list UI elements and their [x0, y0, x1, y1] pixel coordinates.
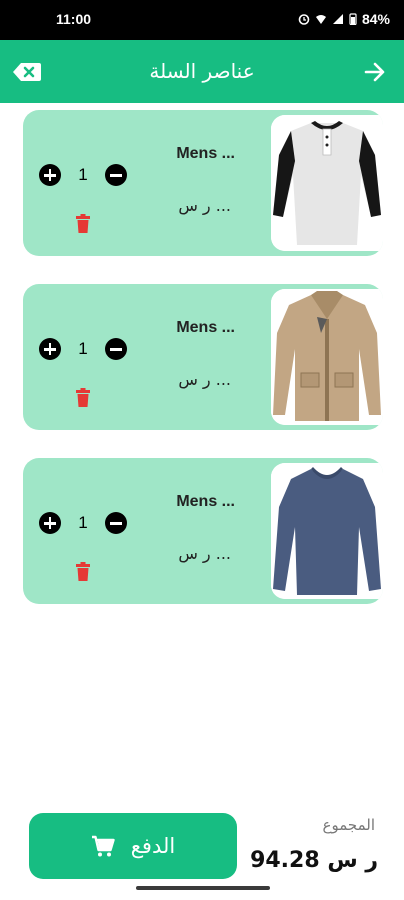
- home-indicator[interactable]: [136, 886, 270, 890]
- page-title: عناصر السلة: [149, 59, 255, 83]
- decrease-quantity-icon[interactable]: [105, 338, 127, 360]
- product-name: Mens ...: [176, 145, 235, 162]
- product-image[interactable]: [271, 289, 383, 425]
- increase-quantity-icon[interactable]: [39, 338, 61, 360]
- signal-icon: [332, 14, 343, 24]
- product-name: Mens ...: [176, 493, 235, 510]
- product-image[interactable]: [271, 115, 383, 251]
- arrow-forward-icon[interactable]: [364, 61, 386, 83]
- henley-shirt-image: [271, 115, 383, 251]
- product-name: Mens ...: [176, 319, 235, 336]
- delete-icon[interactable]: [75, 562, 91, 581]
- quantity-value: 1: [78, 165, 88, 184]
- battery-percent: 84%: [361, 11, 390, 27]
- product-price: ر س ...: [178, 370, 231, 389]
- increase-quantity-icon[interactable]: [39, 512, 61, 534]
- product-price: ر س ...: [178, 196, 231, 215]
- delete-icon[interactable]: [75, 214, 91, 233]
- pay-button-label: الدفع: [130, 834, 176, 858]
- decrease-quantity-icon[interactable]: [105, 512, 127, 534]
- cart-icon: [91, 835, 115, 857]
- app-bar: عناصر السلة: [0, 40, 404, 103]
- cart-item: Mens ... ر س ... 1: [23, 284, 383, 430]
- product-image[interactable]: [271, 463, 383, 599]
- total-value: ر س 94.28: [250, 848, 378, 873]
- decrease-quantity-icon[interactable]: [105, 164, 127, 186]
- quantity-value: 1: [78, 339, 88, 358]
- quantity-value: 1: [78, 513, 88, 532]
- increase-quantity-icon[interactable]: [39, 164, 61, 186]
- delete-icon[interactable]: [75, 388, 91, 407]
- beige-jacket-image: [271, 289, 383, 425]
- quantity-stepper: 1: [39, 164, 127, 186]
- total-label: المجموع: [322, 816, 375, 834]
- status-icons: 84%: [298, 11, 390, 27]
- blue-tshirt-image: [271, 463, 383, 599]
- status-bar: 11:00 84%: [0, 0, 404, 40]
- quantity-stepper: 1: [39, 512, 127, 534]
- wifi-icon: [315, 15, 326, 24]
- quantity-stepper: 1: [39, 338, 127, 360]
- status-time: 11:00: [56, 11, 92, 27]
- battery-icon: [349, 13, 357, 25]
- product-price: ر س ...: [178, 544, 231, 563]
- alarm-icon: [298, 14, 310, 25]
- cart-item: Mens ... ر س ... 1: [23, 110, 383, 256]
- pay-button[interactable]: الدفع: [29, 813, 237, 879]
- checkout-bar: الدفع المجموع ر س 94.28: [0, 800, 404, 900]
- cart-item: Mens ... ر س ... 1: [23, 458, 383, 604]
